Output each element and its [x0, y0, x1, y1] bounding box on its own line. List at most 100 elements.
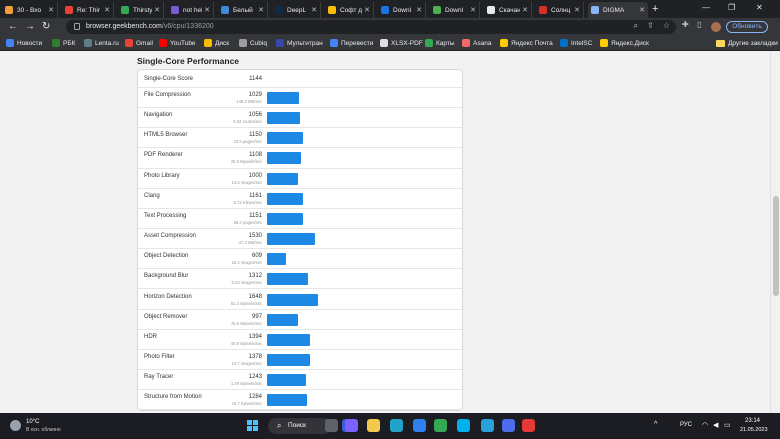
clock-date[interactable]: 21.05.2023	[740, 427, 768, 433]
bookmark-item[interactable]: YouTube	[159, 38, 196, 48]
other-bookmarks[interactable]: Другие закладки	[716, 38, 778, 48]
benchmark-rate: 47.4 MB/sec	[238, 240, 262, 246]
benchmark-row: Photo Library 1000 13.6 images/sec	[138, 169, 462, 189]
benchmark-name: Photo Filter	[144, 353, 175, 360]
total-score-value: 1144	[249, 76, 262, 82]
battery-icon[interactable]: ▭	[724, 421, 731, 429]
bookmark-item[interactable]: РБК	[52, 38, 75, 48]
page-scrollbar[interactable]	[770, 51, 780, 413]
wifi-icon[interactable]: ◠	[702, 421, 708, 429]
tab-close-icon[interactable]: ✕	[639, 6, 645, 14]
tab-close-icon[interactable]: ✕	[154, 6, 160, 14]
tab-close-icon[interactable]: ✕	[48, 6, 54, 14]
benchmark-row: Object Remover 997 76.6 Mpixels/sec	[138, 310, 462, 330]
clock-time[interactable]: 23:14	[745, 418, 760, 424]
bookmark-item[interactable]: Яндекс Почта	[500, 38, 553, 48]
benchmark-row: HTML5 Browser 1150 23.5 pages/sec	[138, 128, 462, 149]
bookmark-item[interactable]: XLSX-PDF	[380, 38, 423, 48]
browser-tab[interactable]: 30 - Вхо ✕	[2, 2, 58, 18]
benchmark-bar	[267, 374, 306, 387]
bookmark-item[interactable]: IntelSC	[560, 38, 592, 48]
benchmark-rate: 51.3 Mpixels/sec	[230, 300, 262, 306]
bookmark-star-icon[interactable]: ☆	[663, 21, 670, 31]
weather-cloud-icon[interactable]	[10, 420, 21, 431]
bookmark-item[interactable]: Мультитран	[276, 38, 323, 48]
music-icon[interactable]	[522, 419, 535, 432]
update-button[interactable]: Обновить	[726, 21, 768, 33]
address-bar[interactable]: browser.geekbench.com/v6/cpu/1336200 ⌕ ⇪…	[66, 20, 676, 34]
extensions-icon[interactable]: ✚	[682, 20, 689, 29]
browser-tab[interactable]: Софт д ✕	[325, 2, 374, 18]
bookmark-item[interactable]: Новости	[6, 38, 42, 48]
weather-description[interactable]: В осн. облачно	[26, 427, 61, 433]
share-icon[interactable]: ⇪	[647, 21, 654, 31]
browser-tab[interactable]: Re: Thir ✕	[62, 2, 114, 18]
browser-tab[interactable]: Белый ✕	[218, 2, 268, 18]
bookmark-item[interactable]: Перевести	[330, 38, 373, 48]
benchmark-score: 1243	[248, 374, 262, 381]
volume-icon[interactable]: ◀	[713, 421, 718, 429]
weather-temperature[interactable]: 10°C	[26, 419, 39, 425]
tab-favicon-icon	[221, 6, 229, 14]
tab-close-icon[interactable]: ✕	[204, 6, 210, 14]
kanban-icon[interactable]	[502, 419, 515, 432]
benchmark-row: File Compression 1029 149.2 MB/sec	[138, 88, 462, 109]
benchmark-score: 1530	[248, 233, 262, 240]
sidebar-icon[interactable]: ▯	[697, 20, 701, 29]
tab-close-icon[interactable]: ✕	[416, 6, 422, 14]
tab-close-icon[interactable]: ✕	[104, 6, 110, 14]
browser-tab[interactable]: Downl ✕	[378, 2, 426, 18]
benchmark-bar	[267, 152, 301, 165]
scrollbar-thumb[interactable]	[773, 196, 779, 296]
benchmark-rate: 23.5 pages/sec	[233, 139, 262, 145]
bookmark-item[interactable]: Lenta.ru	[84, 38, 119, 48]
tab-close-icon[interactable]: ✕	[574, 6, 580, 14]
store-icon[interactable]	[413, 419, 426, 432]
telegram-icon[interactable]	[481, 419, 494, 432]
benchmark-bar	[267, 253, 286, 266]
edge-icon[interactable]	[390, 419, 403, 432]
profile-avatar[interactable]	[711, 22, 721, 32]
benchmark-row: Text Processing 1151 58.2 pages/sec	[138, 209, 462, 230]
taskbar-search[interactable]: ⌕ Поиск	[268, 418, 332, 434]
browser-tab[interactable]: DIGMA ✕	[588, 2, 648, 18]
maximize-icon[interactable]: ❐	[728, 3, 735, 12]
browser-tab[interactable]: not hel ✕	[168, 2, 214, 18]
bookmark-item[interactable]: Карты	[425, 38, 455, 48]
windows-start-icon[interactable]	[247, 420, 258, 431]
tab-close-icon[interactable]: ✕	[470, 6, 476, 14]
tray-chevron-icon[interactable]: ^	[654, 421, 657, 428]
tab-close-icon[interactable]: ✕	[311, 6, 317, 14]
close-window-icon[interactable]: ✕	[756, 3, 763, 12]
minimize-icon[interactable]: —	[702, 3, 710, 12]
tab-close-icon[interactable]: ✕	[364, 6, 370, 14]
chrome-icon[interactable]	[434, 419, 447, 432]
tab-close-icon[interactable]: ✕	[258, 6, 264, 14]
tab-title: Re: Thir	[77, 6, 100, 14]
zoom-icon[interactable]: ⌕	[634, 21, 638, 31]
browser-tab[interactable]: Скачан ✕	[484, 2, 532, 18]
benchmark-name: HTML5 Browser	[144, 132, 188, 139]
explorer-icon[interactable]	[367, 419, 380, 432]
back-icon[interactable]: ←	[8, 21, 18, 33]
new-tab-button[interactable]: +	[652, 3, 658, 15]
search-label: Поиск	[288, 422, 307, 429]
bookmark-item[interactable]: Яндекс.Диск	[600, 38, 649, 48]
bookmark-item[interactable]: Gmail	[125, 38, 153, 48]
bookmark-item[interactable]: Диск	[204, 38, 229, 48]
bookmark-item[interactable]: Asana	[462, 38, 491, 48]
bookmark-item[interactable]: Cubiq	[239, 38, 267, 48]
skype-icon[interactable]	[457, 419, 470, 432]
language-indicator[interactable]: РУС	[680, 422, 692, 428]
browser-tab[interactable]: Thirsty ✕	[118, 2, 164, 18]
browser-tab[interactable]: Downl ✕	[430, 2, 480, 18]
browser-tab[interactable]: Солнц ✕	[536, 2, 584, 18]
task-view-icon[interactable]	[325, 419, 338, 432]
tab-close-icon[interactable]: ✕	[522, 6, 528, 14]
tab-favicon-icon	[171, 6, 179, 14]
tab-title: Downl	[445, 6, 464, 14]
reload-icon[interactable]: ↻	[42, 21, 50, 33]
chat-icon[interactable]	[345, 419, 358, 432]
forward-icon[interactable]: →	[25, 21, 35, 33]
browser-tab[interactable]: DeepL ✕	[272, 2, 321, 18]
